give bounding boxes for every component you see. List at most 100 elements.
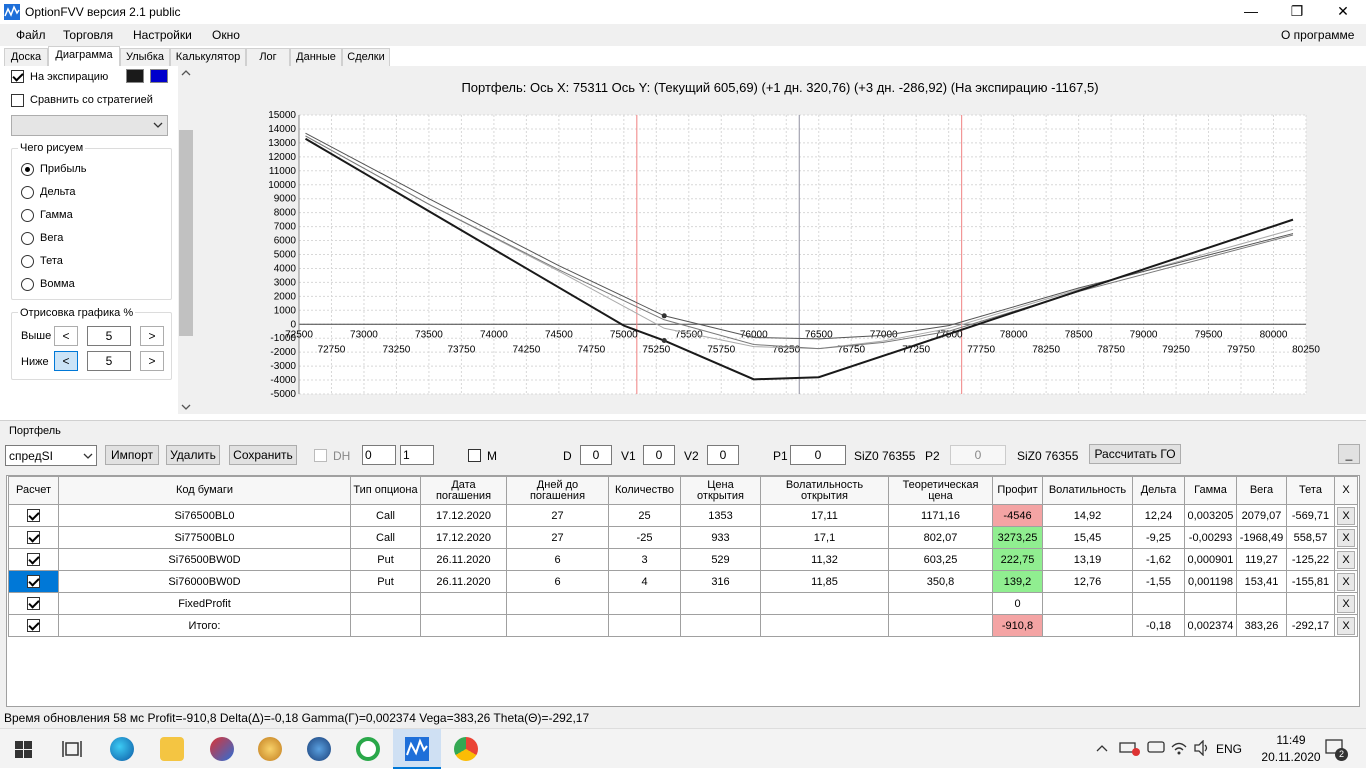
cell-delta[interactable]: -1,62 bbox=[1132, 548, 1185, 571]
cell-days[interactable]: 27 bbox=[506, 504, 609, 527]
m-checkbox[interactable] bbox=[468, 449, 481, 462]
cell-qty[interactable]: 3 bbox=[608, 548, 681, 571]
calc-checkbox-cell[interactable] bbox=[8, 570, 59, 593]
quik-icon[interactable] bbox=[356, 737, 380, 761]
cell-code[interactable]: FixedProfit bbox=[58, 592, 351, 615]
chrome-icon[interactable] bbox=[454, 737, 478, 761]
cell-date[interactable]: 26.11.2020 bbox=[420, 570, 507, 593]
clock-date[interactable]: 20.11.2020 bbox=[1254, 750, 1328, 764]
cell-open[interactable] bbox=[680, 614, 761, 637]
cell-code[interactable]: Итого: bbox=[58, 614, 351, 637]
cell-theta[interactable]: -155,81 bbox=[1286, 570, 1335, 593]
cell-code[interactable]: Si76000BW0D bbox=[58, 570, 351, 593]
scroll-down-icon[interactable] bbox=[181, 403, 191, 411]
close-button[interactable]: ✕ bbox=[1320, 0, 1366, 24]
cell-profit[interactable]: 222,75 bbox=[992, 548, 1043, 571]
calc-checkbox-cell[interactable] bbox=[8, 504, 59, 527]
scroll-up-icon[interactable] bbox=[181, 69, 191, 77]
expiry-color-swatch[interactable] bbox=[126, 69, 144, 83]
cell-gamma[interactable]: 0,003205 bbox=[1184, 504, 1237, 527]
calc-checkbox[interactable] bbox=[27, 619, 40, 632]
column-header[interactable]: Дата погашения bbox=[420, 476, 507, 505]
cell-vega[interactable]: -1968,49 bbox=[1236, 526, 1287, 549]
dh-checkbox[interactable] bbox=[314, 449, 327, 462]
cell-vega[interactable]: 2079,07 bbox=[1236, 504, 1287, 527]
cell-qty[interactable]: 25 bbox=[608, 504, 681, 527]
cell-days[interactable]: 6 bbox=[506, 570, 609, 593]
cell-code[interactable]: Si76500BW0D bbox=[58, 548, 351, 571]
cell-vol_open[interactable] bbox=[760, 592, 889, 615]
terminal-app-icon[interactable] bbox=[307, 737, 331, 761]
calc-checkbox-cell[interactable] bbox=[8, 614, 59, 637]
above-increase-button[interactable]: > bbox=[140, 326, 164, 346]
above-decrease-button[interactable]: < bbox=[54, 326, 78, 346]
cell-profit[interactable]: 3273,25 bbox=[992, 526, 1043, 549]
cell-theta[interactable]: 558,57 bbox=[1286, 526, 1335, 549]
cell-type[interactable] bbox=[350, 592, 421, 615]
cell-theor[interactable]: 350,8 bbox=[888, 570, 993, 593]
cell-delta[interactable]: -0,18 bbox=[1132, 614, 1185, 637]
column-header[interactable]: X bbox=[1334, 476, 1358, 505]
cell-open[interactable]: 316 bbox=[680, 570, 761, 593]
cell-qty[interactable]: 4 bbox=[608, 570, 681, 593]
v2-field[interactable]: 0 bbox=[707, 445, 739, 465]
cell-type[interactable] bbox=[350, 614, 421, 637]
table-row[interactable]: Si76500BL0 Call 17.12.2020 27 25 1353 17,11 117… bbox=[8, 504, 1358, 527]
cell-days[interactable]: 6 bbox=[506, 548, 609, 571]
table-row[interactable]: Si77500BL0 Call 17.12.2020 27 -25 933 17,1 802,… bbox=[8, 526, 1358, 549]
cell-profit[interactable]: -4546 bbox=[992, 504, 1043, 527]
payoff-chart[interactable]: 15000 14000 13000 12000 11000 10000 9000 8000 70… bbox=[194, 66, 1366, 414]
task-view-icon[interactable] bbox=[62, 740, 82, 758]
cell-theor[interactable]: 603,25 bbox=[888, 548, 993, 571]
network-icon[interactable] bbox=[1119, 740, 1141, 756]
cell-gamma[interactable]: 0,000901 bbox=[1184, 548, 1237, 571]
save-button[interactable]: Сохранить bbox=[229, 445, 297, 465]
below-increase-button[interactable]: > bbox=[140, 351, 164, 371]
left-panel-scrollbar[interactable] bbox=[178, 66, 194, 414]
maximize-button[interactable]: ❐ bbox=[1274, 0, 1320, 24]
cell-delta[interactable]: 12,24 bbox=[1132, 504, 1185, 527]
column-header[interactable]: Цена открытия bbox=[680, 476, 761, 505]
expiry-checkbox[interactable] bbox=[11, 70, 24, 83]
cell-vol[interactable]: 15,45 bbox=[1042, 526, 1133, 549]
chat-icon[interactable] bbox=[1147, 740, 1165, 756]
radio-profit[interactable] bbox=[21, 163, 34, 176]
cell-open[interactable]: 529 bbox=[680, 548, 761, 571]
cell-theta[interactable]: -125,22 bbox=[1286, 548, 1335, 571]
cell-date[interactable]: 17.12.2020 bbox=[420, 504, 507, 527]
column-header[interactable]: Дней до погашения bbox=[506, 476, 609, 505]
cell-vol[interactable] bbox=[1042, 614, 1133, 637]
remove-row-button[interactable]: X bbox=[1337, 572, 1355, 591]
paint-icon[interactable] bbox=[258, 737, 282, 761]
cell-vol_open[interactable]: 11,85 bbox=[760, 570, 889, 593]
d-field[interactable]: 0 bbox=[580, 445, 612, 465]
minimize-button[interactable]: — bbox=[1228, 0, 1274, 24]
app-icon-3[interactable] bbox=[210, 737, 234, 761]
cell-open[interactable]: 933 bbox=[680, 526, 761, 549]
cell-type[interactable]: Put bbox=[350, 548, 421, 571]
cell-type[interactable]: Call bbox=[350, 526, 421, 549]
cell-vol[interactable] bbox=[1042, 592, 1133, 615]
menu-settings[interactable]: Настройки bbox=[133, 28, 192, 42]
edge-browser-icon[interactable] bbox=[110, 737, 134, 761]
radio-vega[interactable] bbox=[21, 232, 34, 245]
column-header[interactable]: Волатильность bbox=[1042, 476, 1133, 505]
wifi-icon[interactable] bbox=[1170, 740, 1188, 756]
menu-trade[interactable]: Торговля bbox=[63, 28, 113, 42]
cell-theor[interactable] bbox=[888, 592, 993, 615]
tab-board[interactable]: Доска bbox=[4, 48, 48, 67]
clock-time[interactable]: 11:49 bbox=[1266, 733, 1316, 747]
cell-days[interactable]: 27 bbox=[506, 526, 609, 549]
cell-date[interactable] bbox=[420, 592, 507, 615]
cell-vega[interactable]: 153,41 bbox=[1236, 570, 1287, 593]
v1-field[interactable]: 0 bbox=[643, 445, 675, 465]
cell-theor[interactable] bbox=[888, 614, 993, 637]
tab-diagram[interactable]: Диаграмма bbox=[48, 46, 120, 67]
cell-profit[interactable]: 0 bbox=[992, 592, 1043, 615]
calc-checkbox[interactable] bbox=[27, 509, 40, 522]
cell-theta[interactable]: -569,71 bbox=[1286, 504, 1335, 527]
cell-vega[interactable]: 119,27 bbox=[1236, 548, 1287, 571]
cell-theor[interactable]: 802,07 bbox=[888, 526, 993, 549]
cell-date[interactable]: 17.12.2020 bbox=[420, 526, 507, 549]
column-header[interactable]: Вега bbox=[1236, 476, 1287, 505]
